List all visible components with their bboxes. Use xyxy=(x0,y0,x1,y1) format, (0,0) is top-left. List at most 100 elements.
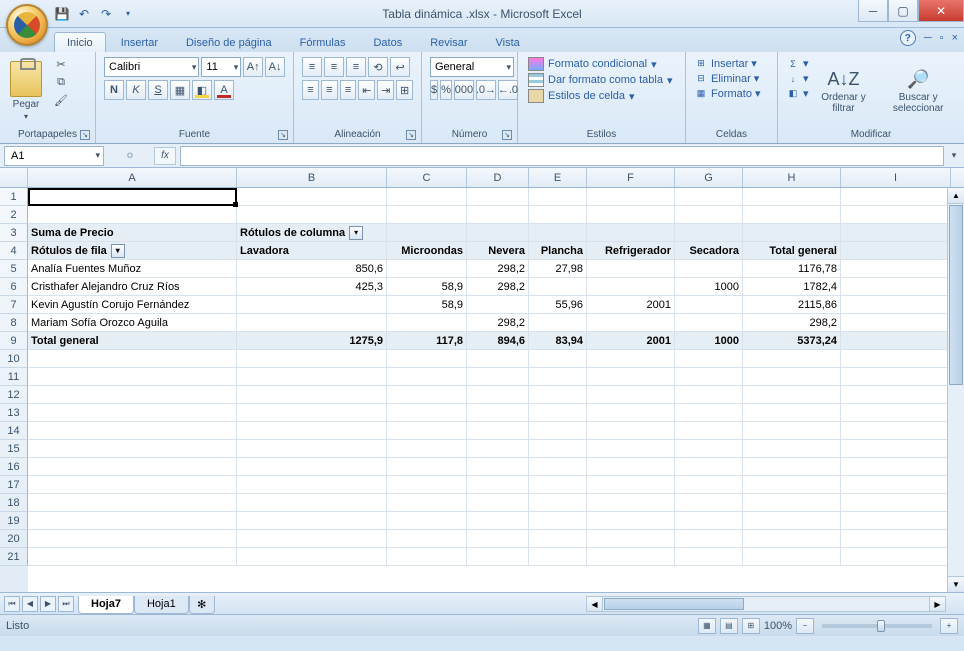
scroll-down-icon[interactable]: ▼ xyxy=(948,576,964,592)
cell[interactable] xyxy=(387,224,467,241)
row-header[interactable]: 7 xyxy=(0,296,28,314)
cell[interactable] xyxy=(237,296,387,313)
cell[interactable] xyxy=(387,350,467,367)
cell-styles-button[interactable]: Estilos de celda ▾ xyxy=(528,89,675,103)
italic-button[interactable]: K xyxy=(126,80,146,100)
cell[interactable]: Total general xyxy=(28,332,237,349)
paste-button[interactable]: Pegar ▾ xyxy=(4,54,48,128)
cell[interactable] xyxy=(841,440,951,457)
row-header[interactable]: 2 xyxy=(0,206,28,224)
cell[interactable] xyxy=(841,314,951,331)
zoom-in-button[interactable]: + xyxy=(940,618,958,634)
col-header[interactable]: D xyxy=(467,168,529,187)
cell[interactable] xyxy=(237,476,387,493)
cell[interactable] xyxy=(467,530,529,547)
cell[interactable] xyxy=(743,476,841,493)
align-center-icon[interactable]: ≡ xyxy=(321,80,338,100)
cell[interactable] xyxy=(743,422,841,439)
cell[interactable] xyxy=(841,188,951,205)
close-workbook-icon[interactable]: × xyxy=(952,32,958,44)
cell[interactable] xyxy=(675,386,743,403)
number-dialog-icon[interactable]: ↘ xyxy=(502,130,512,140)
bold-button[interactable]: N xyxy=(104,80,124,100)
cell[interactable]: 55,96 xyxy=(529,296,587,313)
cell[interactable] xyxy=(675,206,743,223)
cell[interactable] xyxy=(743,224,841,241)
zoom-thumb[interactable] xyxy=(877,620,885,632)
cell[interactable] xyxy=(841,548,951,565)
cell[interactable] xyxy=(529,512,587,529)
cell[interactable] xyxy=(743,350,841,367)
cell[interactable] xyxy=(28,476,237,493)
cell[interactable] xyxy=(467,476,529,493)
col-header[interactable]: F xyxy=(587,168,675,187)
cell[interactable]: 1782,4 xyxy=(743,278,841,295)
cell[interactable]: 1000 xyxy=(675,278,743,295)
cell[interactable] xyxy=(529,368,587,385)
currency-icon[interactable]: $ xyxy=(430,80,438,100)
cell[interactable] xyxy=(467,206,529,223)
cell[interactable] xyxy=(467,548,529,565)
cell[interactable] xyxy=(529,458,587,475)
cell[interactable] xyxy=(28,350,237,367)
decrease-decimal-icon[interactable]: ←.0 xyxy=(498,80,518,100)
conditional-format-button[interactable]: Formato condicional ▾ xyxy=(528,57,675,71)
percent-icon[interactable]: % xyxy=(440,80,452,100)
cell[interactable]: 2115,86 xyxy=(743,296,841,313)
cell[interactable] xyxy=(529,278,587,295)
row-header[interactable]: 14 xyxy=(0,422,28,440)
cell[interactable] xyxy=(467,296,529,313)
shrink-font-icon[interactable]: A↓ xyxy=(265,57,285,77)
decrease-indent-icon[interactable]: ⇤ xyxy=(358,80,375,100)
cell[interactable] xyxy=(841,458,951,475)
cell[interactable] xyxy=(587,404,675,421)
cell[interactable] xyxy=(237,548,387,565)
cell[interactable] xyxy=(587,278,675,295)
cell[interactable] xyxy=(529,548,587,565)
cell[interactable] xyxy=(841,422,951,439)
cell[interactable] xyxy=(743,530,841,547)
cell[interactable] xyxy=(675,458,743,475)
cell[interactable] xyxy=(467,458,529,475)
zoom-out-button[interactable]: − xyxy=(796,618,814,634)
row-filter-icon[interactable]: ▾ xyxy=(111,244,125,258)
next-sheet-icon[interactable]: ▶ xyxy=(40,596,56,612)
maximize-button[interactable]: ▢ xyxy=(888,0,918,22)
row-header[interactable]: 16 xyxy=(0,458,28,476)
cell[interactable] xyxy=(237,404,387,421)
cell[interactable] xyxy=(675,440,743,457)
cell[interactable] xyxy=(467,368,529,385)
cell[interactable]: 58,9 xyxy=(387,278,467,295)
cell[interactable] xyxy=(529,314,587,331)
cell[interactable]: Rótulos de fila▾ xyxy=(28,242,237,259)
cell[interactable]: 58,9 xyxy=(387,296,467,313)
cell[interactable] xyxy=(467,224,529,241)
cell[interactable]: 1275,9 xyxy=(237,332,387,349)
cell[interactable] xyxy=(387,458,467,475)
vscroll-thumb[interactable] xyxy=(949,205,963,385)
cell[interactable] xyxy=(841,296,951,313)
cell[interactable]: Suma de Precio xyxy=(28,224,237,241)
cell[interactable]: 425,3 xyxy=(237,278,387,295)
cell[interactable] xyxy=(28,206,237,223)
cell[interactable] xyxy=(387,512,467,529)
cell[interactable]: 1000 xyxy=(675,332,743,349)
cell[interactable] xyxy=(387,440,467,457)
undo-icon[interactable]: ↶ xyxy=(76,6,92,22)
cell[interactable]: 5373,24 xyxy=(743,332,841,349)
cell[interactable] xyxy=(387,476,467,493)
cell[interactable] xyxy=(237,440,387,457)
cell[interactable] xyxy=(587,494,675,511)
cut-icon[interactable]: ✂ xyxy=(52,56,70,72)
cell[interactable] xyxy=(743,440,841,457)
cell[interactable] xyxy=(587,476,675,493)
font-color-button[interactable]: A xyxy=(214,80,234,100)
cell[interactable] xyxy=(28,548,237,565)
row-header[interactable]: 19 xyxy=(0,512,28,530)
col-header[interactable]: A xyxy=(28,168,237,187)
row-header[interactable]: 3 xyxy=(0,224,28,242)
cell[interactable] xyxy=(587,314,675,331)
cell[interactable]: 298,2 xyxy=(467,260,529,277)
fill-button[interactable]: ↓▾ xyxy=(786,72,809,85)
cell[interactable] xyxy=(28,188,237,205)
